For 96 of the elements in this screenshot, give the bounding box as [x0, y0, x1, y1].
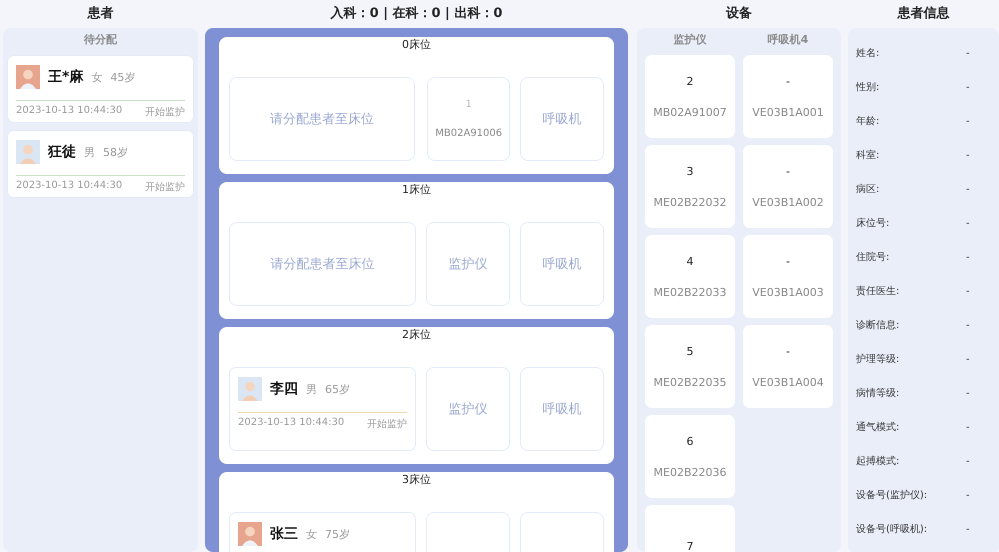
- patient-card[interactable]: 张三 女 75岁: [229, 512, 416, 552]
- avatar-icon: [16, 139, 40, 165]
- avatar-icon: [16, 64, 40, 90]
- avatar-icon: [238, 376, 262, 402]
- patient-card[interactable]: 狂徒 男 58岁 2023-10-13 10:44:30 开始监护: [7, 130, 194, 198]
- field-value: -: [966, 252, 970, 262]
- patient-gender: 女: [91, 70, 102, 84]
- device-number: 7: [686, 540, 694, 552]
- panel-title: 入科：0 | 在科：0 | 出科：0: [329, 4, 504, 23]
- patient-card[interactable]: 王*麻 女 45岁 2023-10-13 10:44:30 开始监护: [7, 55, 194, 123]
- bed-label: 2床位: [401, 327, 432, 343]
- bed-label: 3床位: [401, 472, 432, 488]
- field-value: -: [966, 388, 970, 398]
- device-number: -: [786, 164, 790, 178]
- monitor-card[interactable]: 5 ME02B22035: [645, 325, 735, 408]
- device-serial: MB02A91006: [435, 128, 502, 139]
- monitor-card[interactable]: 2 MB02A91007: [645, 55, 735, 138]
- field-label: 责任医生:: [856, 284, 900, 298]
- assign-time: 2023-10-13 10:44:30: [16, 105, 122, 118]
- ventilator-card[interactable]: - VE03B1A001: [743, 55, 833, 138]
- panel-title: 设备: [724, 5, 753, 23]
- patient-gender: 男: [84, 144, 95, 160]
- field-label: 设备号(监护仪):: [856, 488, 928, 502]
- field-label: 病区:: [856, 182, 880, 196]
- panel-title: 患者: [86, 5, 114, 23]
- field-label: 姓名:: [856, 47, 880, 60]
- device-serial: ME02B22036: [654, 466, 726, 478]
- device-number: 2: [686, 74, 694, 88]
- device-serial: VE03B1A002: [752, 196, 824, 208]
- monitor-card[interactable]: 4 ME02B22033: [645, 235, 735, 318]
- bed-label: 1床位: [401, 182, 432, 198]
- field-label: 诊断信息:: [856, 318, 900, 332]
- field-label: 住院号:: [856, 250, 890, 264]
- field-label: 护理等级:: [856, 352, 900, 366]
- field-value: -: [966, 524, 970, 534]
- field-label: 床位号:: [856, 216, 890, 230]
- section-heading: 待分配: [82, 32, 118, 48]
- field-value: -: [966, 218, 970, 228]
- patient-age: 58岁: [103, 144, 128, 160]
- bed-label: 0床位: [401, 37, 432, 53]
- device-number: 4: [686, 254, 694, 268]
- monitor-card[interactable]: 6 ME02B22036: [645, 415, 735, 498]
- patient-card[interactable]: 李四 男 65岁 2023-10-13 10:44:30 开始监护: [229, 367, 416, 451]
- field-label: 科室:: [856, 148, 880, 162]
- field-value: -: [966, 490, 970, 500]
- field-value: -: [966, 82, 970, 92]
- field-label: 通气模式:: [856, 420, 900, 434]
- device-number: 1: [466, 99, 472, 110]
- field-value: -: [966, 422, 970, 432]
- patient-name: 张三: [270, 525, 298, 543]
- device-number: -: [786, 344, 790, 358]
- device-number: 3: [686, 164, 694, 178]
- field-label: 起搏模式:: [856, 454, 900, 468]
- panel-title: 患者信息: [896, 5, 950, 23]
- assign-time: 2023-10-13 10:44:30: [16, 180, 122, 193]
- device-serial: VE03B1A003: [752, 286, 824, 298]
- device-serial: MB02A91007: [653, 106, 727, 118]
- field-value: -: [966, 354, 970, 364]
- patient-age: 75岁: [325, 526, 350, 542]
- field-value: -: [966, 150, 970, 160]
- device-number: 5: [686, 344, 694, 358]
- patient-gender: 男: [306, 382, 317, 396]
- device-serial: ME02B22033: [654, 286, 726, 298]
- field-value: -: [966, 456, 970, 466]
- device-number: -: [786, 254, 790, 268]
- monitor-card[interactable]: 7: [645, 505, 735, 552]
- field-value: -: [966, 320, 970, 330]
- avatar-icon: [238, 521, 262, 547]
- field-label: 年龄:: [856, 114, 880, 128]
- column-heading: 呼吸机4: [766, 32, 810, 48]
- device-serial: VE03B1A001: [752, 106, 824, 118]
- device-serial: ME02B22032: [654, 196, 726, 208]
- field-value: -: [966, 286, 970, 296]
- patient-gender: 女: [306, 526, 317, 542]
- device-number: 6: [686, 434, 694, 448]
- device-serial: VE03B1A004: [752, 376, 824, 388]
- patient-age: 65岁: [325, 382, 350, 396]
- field-value: -: [966, 184, 970, 194]
- patient-name: 狂徒: [48, 143, 76, 161]
- field-label: 设备号(呼吸机):: [856, 522, 928, 536]
- assign-time: 2023-10-13 10:44:30: [238, 417, 344, 430]
- column-heading: 监护仪: [672, 32, 708, 48]
- field-value: -: [966, 116, 970, 126]
- monitor-slot[interactable]: 1 MB02A91006: [426, 77, 510, 161]
- ventilator-card[interactable]: - VE03B1A002: [743, 145, 833, 228]
- monitor-card[interactable]: 3 ME02B22032: [645, 145, 735, 228]
- field-value: -: [966, 48, 970, 58]
- field-label: 病情等级:: [856, 386, 900, 400]
- patient-name: 王*麻: [48, 68, 84, 86]
- field-label: 性别:: [856, 80, 880, 94]
- patient-name: 李四: [270, 380, 298, 398]
- device-number: -: [786, 74, 790, 88]
- patient-age: 45岁: [110, 70, 136, 84]
- device-serial: ME02B22035: [654, 376, 726, 388]
- ventilator-card[interactable]: - VE03B1A003: [743, 235, 833, 318]
- ventilator-card[interactable]: - VE03B1A004: [743, 325, 833, 408]
